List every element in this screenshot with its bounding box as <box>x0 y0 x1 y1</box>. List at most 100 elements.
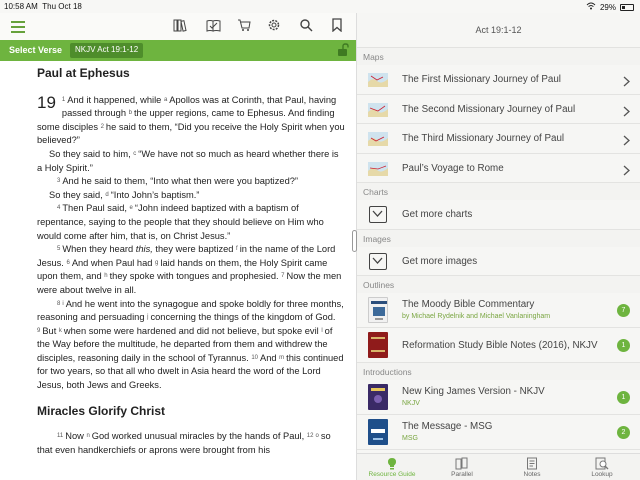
map-item[interactable]: Paul’s Voyage to Rome <box>357 153 640 183</box>
book-cover-icon <box>368 332 388 358</box>
cross-reference[interactable]: k <box>59 328 62 334</box>
search-icon[interactable] <box>298 18 314 34</box>
cross-reference[interactable]: f <box>236 246 238 252</box>
cross-reference[interactable]: n <box>86 433 89 439</box>
verse-text: When they heard <box>62 244 134 255</box>
verse-number[interactable]: 5 <box>57 246 60 252</box>
verse-number[interactable]: 12 <box>307 433 314 439</box>
outline-author: by Michael Rydelnik and Michael Vanlanin… <box>402 313 551 320</box>
verse-text: when some were hardened and did not beli… <box>63 325 319 336</box>
cross-reference[interactable]: l <box>321 328 322 334</box>
section-heading: Paul at Ephesus <box>37 66 130 80</box>
verse-text: “Into John’s baptism.” <box>110 189 200 200</box>
get-more-images-label: Get more images <box>402 255 478 267</box>
count-badge: 7 <box>617 304 630 317</box>
cross-reference[interactable]: m <box>279 355 284 361</box>
cross-reference[interactable]: d <box>105 192 108 198</box>
cross-reference[interactable]: i <box>62 301 63 307</box>
library-icon[interactable] <box>172 18 188 34</box>
cross-reference[interactable]: j <box>147 314 148 320</box>
bottom-tab-bar: Resource Guide Parallel Notes Lookup <box>357 453 640 480</box>
cross-reference[interactable]: b <box>129 110 132 116</box>
select-verse-bar: Select Verse NKJV Act 19:1-12 <box>0 40 356 61</box>
verse-number[interactable]: 9 <box>37 328 40 334</box>
map-item[interactable]: The Third Missionary Journey of Paul <box>357 124 640 154</box>
verse-text-italic: this, <box>135 244 153 255</box>
tab-parallel[interactable]: Parallel <box>427 454 497 480</box>
paragraph: 5 When they heard this, they were baptize… <box>37 243 346 297</box>
select-verse-button[interactable]: Select Verse <box>9 45 62 55</box>
map-thumbnail-icon <box>368 73 388 87</box>
get-more-charts-button[interactable]: Get more charts <box>357 200 640 230</box>
cart-icon[interactable] <box>236 18 252 34</box>
chevron-right-icon <box>623 104 630 116</box>
verse-text: And when Paul had <box>71 257 153 268</box>
chevron-right-icon <box>623 74 630 87</box>
unlock-icon[interactable] <box>337 43 349 57</box>
battery-percent: 29% <box>599 2 616 12</box>
map-title: The Second Missionary Journey of Paul <box>402 103 576 115</box>
cross-reference[interactable]: e <box>130 205 133 211</box>
verse-number[interactable]: 2 <box>101 124 104 130</box>
count-badge: 1 <box>617 339 630 352</box>
introduction-abbrev: NKJV <box>402 400 420 407</box>
get-more-images-button[interactable]: Get more images <box>357 246 640 276</box>
map-item[interactable]: The Second Missionary Journey of Paul <box>357 94 640 124</box>
menu-icon[interactable] <box>10 18 26 34</box>
outline-item[interactable]: Reformation Study Bible Notes (2016), NK… <box>357 328 640 363</box>
bible-text: Paul at Ephesus 19 1 And it happened, whi… <box>0 61 356 457</box>
verse-text: God worked unusual miracles by the hands… <box>91 431 305 442</box>
book-cover-icon <box>368 384 388 410</box>
tab-lookup[interactable]: Lookup <box>567 454 637 480</box>
book-cover-icon <box>368 297 388 323</box>
verse-number[interactable]: 3 <box>57 178 60 184</box>
cross-reference[interactable]: g <box>155 260 158 266</box>
tab-label: Resource Guide <box>368 471 416 478</box>
cross-reference[interactable]: a <box>164 97 167 103</box>
verse-number[interactable]: 8 <box>57 301 60 307</box>
outlines-section-label: Outlines <box>357 276 640 293</box>
status-time-date: 10:58 AM Thu Oct 18 <box>4 2 82 11</box>
verse-text: they spoke with tongues and prophesied. <box>109 271 279 282</box>
tab-label: Parallel <box>451 471 473 478</box>
verse-text: And he said to them, “Into what then wer… <box>62 176 299 187</box>
reference-chip[interactable]: NKJV Act 19:1-12 <box>70 43 144 58</box>
settings-icon[interactable] <box>266 18 282 34</box>
outline-item[interactable]: The Moody Bible Commentary by Michael Ry… <box>357 293 640 328</box>
status-time: 10:58 AM <box>4 2 38 11</box>
verse-number[interactable]: 4 <box>57 205 60 211</box>
books-icon <box>455 457 468 470</box>
map-item[interactable]: The First Missionary Journey of Paul <box>357 65 640 95</box>
chapter-number: 19 <box>37 92 56 112</box>
introduction-item[interactable]: The Message - MSG MSG 2 <box>357 415 640 450</box>
verse-number[interactable]: 10 <box>251 355 258 361</box>
count-badge: 2 <box>617 426 630 439</box>
lookup-icon <box>595 457 609 470</box>
verse-number[interactable]: 11 <box>57 433 63 439</box>
verse-number[interactable]: 6 <box>66 260 69 266</box>
tab-notes[interactable]: Notes <box>497 454 567 480</box>
cross-reference[interactable]: o <box>315 433 318 439</box>
pane-divider-handle[interactable] <box>352 230 357 252</box>
lightbulb-icon <box>388 458 396 470</box>
reading-plan-icon[interactable] <box>205 18 221 34</box>
introduction-item[interactable]: New King James Version - NKJV NKJV 1 <box>357 380 640 415</box>
notes-icon <box>527 457 537 470</box>
introduction-title: The Message - MSG <box>402 421 493 432</box>
paragraph: 8 i And he went into the synagogue and spo… <box>37 298 346 393</box>
tab-label: Lookup <box>591 471 613 478</box>
download-box-icon <box>369 206 387 223</box>
paragraph: So they said, d “Into John’s baptism.” <box>37 189 346 203</box>
status-right: 29% <box>586 2 634 12</box>
tab-resource-guide[interactable]: Resource Guide <box>357 454 427 480</box>
cross-reference[interactable]: c <box>133 151 136 157</box>
verse-text: concerning the things of the kingdom of … <box>150 312 336 323</box>
toolbar <box>0 13 356 40</box>
verse-number[interactable]: 1 <box>62 97 65 103</box>
battery-icon <box>620 3 634 11</box>
count-badge: 1 <box>617 391 630 404</box>
outline-title: Reformation Study Bible Notes (2016), NK… <box>402 340 598 351</box>
verse-number[interactable]: 7 <box>281 273 284 279</box>
cross-reference[interactable]: h <box>104 273 107 279</box>
bookmark-icon[interactable] <box>329 18 345 34</box>
